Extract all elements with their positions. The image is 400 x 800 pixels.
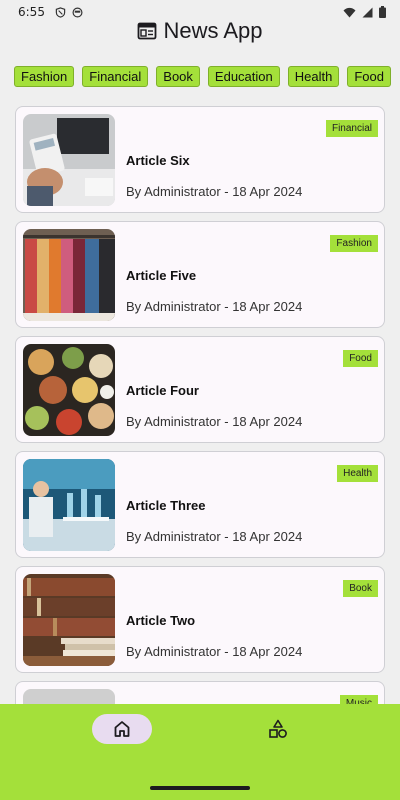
article-title: Article Six	[126, 153, 190, 168]
chip-food[interactable]: Food	[347, 66, 391, 87]
chip-education[interactable]: Education	[207, 66, 280, 87]
nav-categories-button[interactable]	[262, 714, 294, 744]
article-card[interactable]: Fashion Article Five By Administrator - …	[15, 221, 385, 328]
article-thumbnail	[23, 344, 115, 436]
article-card[interactable]: Health Article Three By Administrator - …	[15, 451, 385, 558]
chip-financial[interactable]: Financial	[82, 66, 149, 87]
article-title: Article Two	[126, 613, 196, 628]
category-badge: Food	[343, 350, 378, 367]
categories-icon	[269, 719, 287, 738]
chip-book[interactable]: Book	[156, 66, 200, 87]
gesture-handle[interactable]	[150, 786, 250, 790]
article-meta: By Administrator - 18 Apr 2024	[126, 529, 303, 544]
article-title: Article Four	[126, 383, 199, 398]
home-icon	[114, 721, 130, 737]
article-meta: By Administrator - 18 Apr 2024	[126, 299, 303, 314]
page-title: News App	[163, 18, 263, 43]
article-title: Article Five	[126, 268, 197, 283]
article-thumbnail	[23, 459, 115, 551]
article-thumbnail	[23, 574, 115, 666]
category-badge: Book	[343, 580, 378, 597]
newspaper-icon	[138, 22, 157, 40]
chip-health[interactable]: Health	[287, 66, 340, 87]
article-list: Financial Article Six By Administrator -…	[15, 106, 385, 796]
category-badge: Financial	[325, 120, 378, 137]
article-meta: By Administrator - 18 Apr 2024	[126, 184, 303, 199]
article-thumbnail	[23, 229, 115, 321]
chip-fashion[interactable]: Fashion	[14, 66, 75, 87]
category-badge: Fashion	[330, 235, 378, 252]
article-meta: By Administrator - 18 Apr 2024	[126, 644, 303, 659]
article-card[interactable]: Food Article Four By Administrator - 18 …	[15, 336, 385, 443]
article-thumbnail	[23, 114, 115, 206]
nav-home-button[interactable]	[92, 714, 152, 744]
article-card[interactable]: Book Article Two By Administrator - 18 A…	[15, 566, 385, 673]
article-title: Article Three	[126, 498, 206, 513]
app-header: News App	[0, 16, 400, 46]
article-meta: By Administrator - 18 Apr 2024	[126, 414, 303, 429]
article-card[interactable]: Financial Article Six By Administrator -…	[15, 106, 385, 213]
category-chips: Fashion Financial Book Education Health …	[14, 66, 400, 90]
category-badge: Health	[337, 465, 378, 482]
bottom-navigation	[0, 704, 400, 800]
